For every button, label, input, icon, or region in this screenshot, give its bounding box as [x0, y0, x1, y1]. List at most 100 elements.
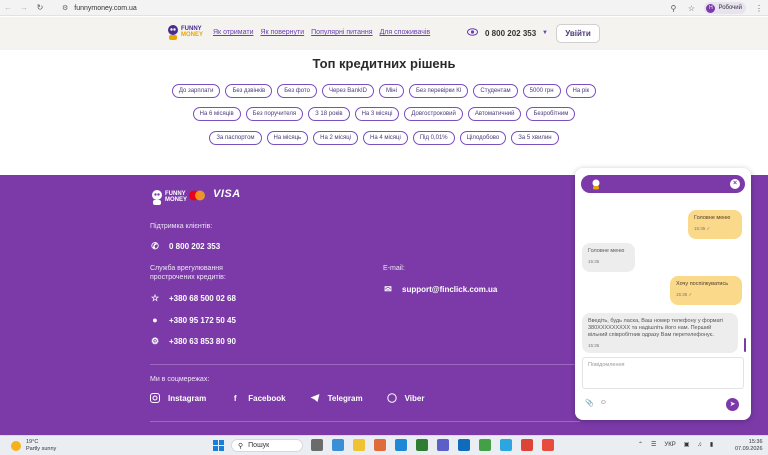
- chip-tag[interactable]: Без поручителя: [245, 107, 304, 121]
- chip-tag[interactable]: На місяць: [266, 131, 309, 145]
- header-phone[interactable]: 0 800 202 353: [485, 29, 536, 38]
- message-time: 15:35: [588, 259, 600, 264]
- social-viber[interactable]: Viber: [386, 393, 424, 403]
- chat-scrollbar[interactable]: [744, 338, 746, 352]
- task-view-icon[interactable]: [311, 439, 323, 451]
- chip-tag[interactable]: Через BankID: [321, 84, 374, 98]
- chip-tag[interactable]: На 3 місяці: [354, 107, 400, 121]
- chip-tag[interactable]: Довгостроковий: [404, 107, 463, 121]
- chip-tag[interactable]: Міні: [378, 84, 404, 98]
- chip-tag[interactable]: На рік: [565, 84, 597, 98]
- social-links: Instagram f Facebook Telegram Viber: [150, 393, 448, 403]
- reload-icon[interactable]: ↻: [32, 0, 48, 16]
- site-info-icon[interactable]: ⚙: [62, 4, 68, 12]
- login-button[interactable]: Увійти: [556, 24, 600, 43]
- battery-icon[interactable]: ▮: [710, 441, 713, 448]
- chat-widget: × Головне меню 15:35 ✓ Головне меню 15:3…: [575, 168, 751, 420]
- lifecell-icon: ⚙: [150, 335, 160, 346]
- language-indicator[interactable]: УКР: [664, 442, 675, 448]
- main-nav: Як отримати Як повернути Популярні питан…: [213, 29, 430, 36]
- chat-close-icon[interactable]: ×: [730, 179, 740, 189]
- site-header: FUNNY MONEY Як отримати Як повернути Поп…: [0, 17, 768, 50]
- torrent-icon[interactable]: [479, 439, 491, 451]
- sun-cloud-icon: [11, 441, 21, 451]
- overdue-phone-row[interactable]: ⚙ +380 63 853 80 90: [150, 336, 236, 346]
- chat-messages: Головне меню 15:35 ✓ Головне меню 15:35 …: [575, 198, 751, 358]
- footer-divider: [150, 364, 580, 365]
- weather-temp: 19°C: [26, 439, 39, 445]
- menu-dots-icon[interactable]: ⋮: [750, 4, 768, 13]
- wifi-icon[interactable]: ☰: [651, 441, 656, 448]
- windows-start-icon[interactable]: [213, 440, 224, 451]
- social-instagram[interactable]: Instagram: [150, 393, 206, 403]
- nav-how-to-repay[interactable]: Як повернути: [260, 29, 304, 36]
- kyivstar-star-icon: ☆: [150, 292, 160, 303]
- copilot-icon[interactable]: [374, 439, 386, 451]
- chrome-icon[interactable]: [542, 439, 554, 451]
- telegram-app-icon[interactable]: [500, 439, 512, 451]
- chip-tag[interactable]: Без дзвінків: [225, 84, 273, 98]
- overdue-phone-row[interactable]: ● +380 95 172 50 45: [150, 315, 236, 325]
- overdue-label-1: Служба врегулювання: [150, 265, 223, 272]
- chat-message-input[interactable]: Повідомлення: [582, 357, 744, 389]
- widgets-icon[interactable]: [332, 439, 344, 451]
- chip-tag[interactable]: Безробітним: [526, 107, 576, 121]
- chip-tag[interactable]: Автоматичний: [467, 107, 522, 121]
- excel-icon[interactable]: [416, 439, 428, 451]
- speaker-icon[interactable]: ♫: [697, 442, 702, 448]
- chip-tag[interactable]: Без фото: [277, 84, 317, 98]
- nav-for-consumers[interactable]: Для споживачів: [380, 29, 431, 36]
- chip-tag[interactable]: Під 0,01%: [412, 131, 455, 145]
- outlook-icon[interactable]: [458, 439, 470, 451]
- support-email: support@finclick.com.ua: [402, 284, 498, 294]
- social-label: Ми в соцмережах:: [150, 376, 210, 383]
- chip-tag[interactable]: Без перевірки КІ: [408, 84, 469, 98]
- chip-tag[interactable]: До зарплати: [171, 84, 221, 98]
- chip-tag[interactable]: З 18 років: [308, 107, 350, 121]
- file-explorer-icon[interactable]: [353, 439, 365, 451]
- tray-chevron-up-icon[interactable]: ⌃: [638, 441, 643, 448]
- site-logo[interactable]: FUNNY MONEY: [166, 23, 203, 41]
- weather-widget[interactable]: 19°C Partly sunny: [11, 439, 56, 453]
- support-phone-row[interactable]: ✆ 0 800 202 353: [150, 241, 220, 251]
- chip-tag[interactable]: На 2 місяці: [313, 131, 358, 145]
- nav-faq[interactable]: Популярні питання: [311, 29, 372, 36]
- network-icon[interactable]: ▣: [684, 441, 690, 448]
- chip-tag[interactable]: 5000 грн: [522, 84, 561, 98]
- chip-tag[interactable]: На 4 місяці: [362, 131, 408, 145]
- teams-icon[interactable]: [437, 439, 449, 451]
- attach-paperclip-icon[interactable]: 📎: [585, 399, 594, 407]
- social-telegram[interactable]: Telegram: [310, 393, 363, 403]
- emoji-icon[interactable]: ☺: [600, 399, 607, 407]
- profile-button[interactable]: Н Робочий: [704, 2, 746, 14]
- overdue-phone-row[interactable]: ☆ +380 68 500 02 68: [150, 293, 236, 303]
- forward-icon[interactable]: →: [16, 0, 32, 16]
- send-arrow-icon[interactable]: ➤: [726, 398, 739, 411]
- address-bar[interactable]: ⚙ funnymoney.com.ua: [62, 2, 652, 14]
- chrome-icon[interactable]: [521, 439, 533, 451]
- chip-tag[interactable]: На 6 місяців: [192, 107, 241, 121]
- instagram-label: Instagram: [168, 393, 207, 403]
- chat-message-outgoing: Головне меню 15:35 ✓: [688, 210, 742, 239]
- system-tray: ⌃ ☰ УКР ▣ ♫ ▮: [638, 441, 713, 449]
- message-time: 15:35: [676, 292, 688, 297]
- taskbar-search[interactable]: ⚲ Пошук: [231, 439, 303, 452]
- nav-how-to-get[interactable]: Як отримати: [213, 29, 253, 36]
- accessibility-eye-icon[interactable]: [467, 28, 478, 36]
- email-row[interactable]: ✉ support@finclick.com.ua: [383, 284, 497, 294]
- social-facebook[interactable]: f Facebook: [230, 393, 286, 403]
- footer-logo[interactable]: FUNNY MONEY: [150, 188, 187, 206]
- bookmark-star-icon[interactable]: ☆: [682, 4, 700, 13]
- profile-name: Робочий: [718, 5, 742, 11]
- logo-text-money: MONEY: [181, 32, 204, 38]
- taskbar-apps: [311, 439, 554, 451]
- chip-tag[interactable]: Студентам: [473, 84, 518, 98]
- zoom-icon[interactable]: ⚲: [664, 4, 682, 13]
- taskbar-clock[interactable]: 15:36 07.09.2026: [735, 439, 763, 453]
- chip-tag[interactable]: За 5 хвилин: [511, 131, 559, 145]
- chevron-down-icon[interactable]: ▼: [542, 30, 548, 36]
- back-icon[interactable]: ←: [0, 0, 16, 16]
- edge-icon[interactable]: [395, 439, 407, 451]
- chip-tag[interactable]: За паспортом: [209, 131, 262, 145]
- chip-tag[interactable]: Цілодобово: [459, 131, 507, 145]
